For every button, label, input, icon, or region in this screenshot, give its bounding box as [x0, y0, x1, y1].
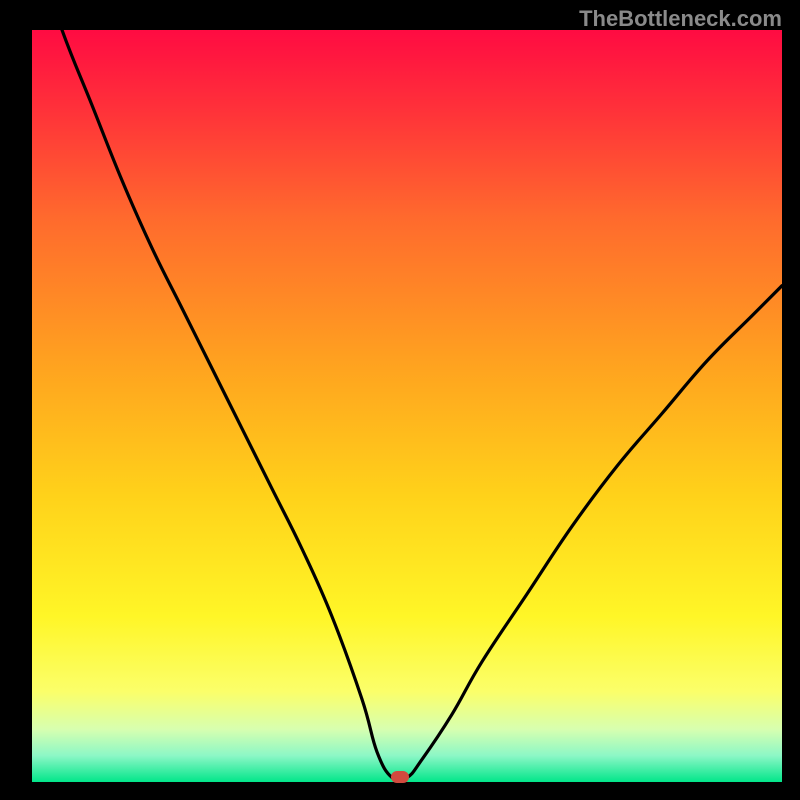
optimal-point-marker	[391, 771, 409, 783]
bottleneck-curve	[32, 30, 782, 781]
chart-stage: TheBottleneck.com	[0, 0, 800, 800]
curve-layer	[32, 30, 782, 782]
plot-area	[32, 30, 782, 782]
watermark-text: TheBottleneck.com	[579, 6, 782, 32]
